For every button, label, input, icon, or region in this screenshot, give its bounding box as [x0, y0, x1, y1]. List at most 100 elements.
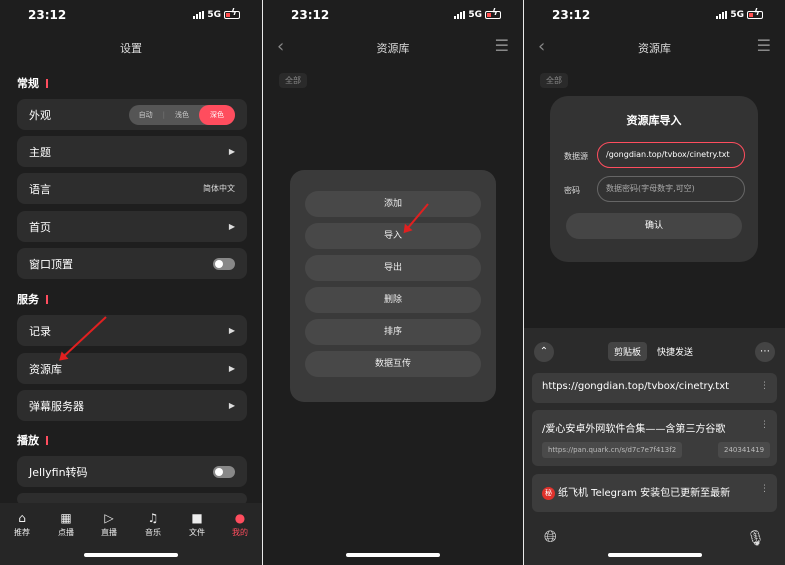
- page-title: 资源库: [638, 42, 671, 55]
- tab-label: 我的: [232, 528, 248, 537]
- signal-icon: [454, 11, 466, 19]
- pin-window-toggle[interactable]: [213, 257, 235, 270]
- row-label: 窗口顶置: [29, 257, 73, 271]
- tab-label: 直播: [101, 528, 117, 537]
- chevron-right-icon: ▶: [228, 364, 235, 373]
- status-bar: 23:12 5G: [524, 0, 785, 30]
- row-jellyfin: Jellyfin转码: [17, 456, 247, 487]
- keyboard-panel: ⌃ 剪贴板 快捷发送 ⋯ https://gongdian.top/tvbox/…: [524, 328, 785, 565]
- section-service: 服务: [17, 291, 48, 307]
- clip-item[interactable]: 秘纸飞机 Telegram 安装包已更新至最新 ⋮: [532, 474, 777, 512]
- network-label: 5G: [207, 10, 221, 20]
- menu-sort-button[interactable]: 排序: [305, 319, 481, 345]
- import-dialog: 资源库导入 数据源 /gongdian.top/tvbox/cinetry.tx…: [550, 96, 758, 262]
- clip-item[interactable]: /爱心安卓外网软件合集——含第三方谷歌 ⋮ https://pan.quark.…: [532, 410, 777, 466]
- clip-item[interactable]: https://gongdian.top/tvbox/cinetry.txt ⋮: [532, 373, 777, 403]
- row-label: 首页: [29, 220, 51, 234]
- section-marker: [46, 79, 48, 88]
- row-records[interactable]: 记录 ▶: [17, 315, 247, 346]
- clip-more-icon[interactable]: ⋮: [760, 381, 769, 391]
- signal-icon: [193, 11, 205, 19]
- signal-icon: [716, 11, 728, 19]
- tab-recommend[interactable]: ⌂ 推荐: [5, 511, 39, 538]
- tab-files[interactable]: ■ 文件: [180, 511, 214, 538]
- user-icon: ●: [234, 511, 246, 525]
- tab-music[interactable]: ♫ 音乐: [136, 511, 170, 538]
- home-icon: ⌂: [18, 511, 26, 525]
- secret-badge: 秘: [542, 487, 555, 500]
- segment-light[interactable]: 浅色: [165, 110, 199, 120]
- menu-add-button[interactable]: 添加: [305, 191, 481, 217]
- tab-mine[interactable]: ● 我的: [223, 511, 257, 538]
- tab-label: 音乐: [145, 528, 161, 537]
- row-pin-window: 窗口顶置: [17, 248, 247, 279]
- clip-chip: https://pan.quark.cn/s/d7c7e7f413f2: [542, 442, 683, 458]
- jellyfin-toggle[interactable]: [213, 465, 235, 478]
- menu-icon[interactable]: ☰: [757, 36, 771, 55]
- tab-label: 推荐: [14, 528, 30, 537]
- source-label: 数据源: [564, 152, 588, 161]
- status-time: 23:12: [291, 8, 330, 22]
- chevron-right-icon: ▶: [228, 147, 235, 156]
- status-icons: 5G: [193, 8, 240, 20]
- menu-transfer-button[interactable]: 数据互传: [305, 351, 481, 377]
- status-icons: 5G: [454, 8, 501, 20]
- row-label: 资源库: [29, 362, 62, 376]
- status-icons: 5G: [716, 8, 763, 20]
- clip-chip: 240341419: [718, 442, 771, 458]
- screenshot-collage: 23:12 5G 设置 常规 外观 自动 | 浅色 深色 主题 ▶ 语言 简体中…: [0, 0, 785, 565]
- row-label: 弹幕服务器: [29, 399, 84, 413]
- row-label: 语言: [29, 182, 51, 196]
- more-icon[interactable]: ⋯: [755, 342, 775, 362]
- menu-delete-button[interactable]: 删除: [305, 287, 481, 313]
- page-title: 资源库: [376, 42, 410, 55]
- library-menu-screen: 23:12 5G ‹ 资源库 ☰ 全部 添加 导入 导出 删除 排序 数据互传: [263, 0, 523, 565]
- collapse-icon[interactable]: ⌃: [534, 342, 554, 362]
- page-title: 设置: [120, 42, 142, 55]
- globe-icon[interactable]: 🌐︎: [544, 527, 557, 547]
- section-label: 常规: [17, 77, 39, 90]
- row-homepage[interactable]: 首页 ▶: [17, 211, 247, 242]
- filter-chip-all[interactable]: 全部: [279, 73, 307, 88]
- password-input[interactable]: 数据密码(字母数字,可空): [597, 176, 745, 202]
- tab-live[interactable]: ▷ 直播: [92, 511, 126, 538]
- section-play: 播放: [17, 432, 48, 448]
- clip-more-icon[interactable]: ⋮: [760, 484, 769, 494]
- section-label: 服务: [17, 293, 39, 306]
- row-language[interactable]: 语言 简体中文: [17, 173, 247, 204]
- segment-auto[interactable]: 自动: [129, 110, 163, 120]
- keyboard-tabs: 剪贴板 快捷发送: [608, 342, 699, 361]
- tab-quick-send[interactable]: 快捷发送: [651, 342, 699, 361]
- tab-vod[interactable]: ▦ 点播: [49, 511, 83, 538]
- filter-chip-all[interactable]: 全部: [540, 73, 568, 88]
- menu-icon[interactable]: ☰: [495, 36, 509, 55]
- row-label: 主题: [29, 145, 51, 159]
- row-theme[interactable]: 主题 ▶: [17, 136, 247, 167]
- clip-text: /爱心安卓外网软件合集——含第三方谷歌: [542, 424, 726, 435]
- menu-export-button[interactable]: 导出: [305, 255, 481, 281]
- music-icon: ♫: [147, 511, 159, 525]
- menu-import-button[interactable]: 导入: [305, 223, 481, 249]
- library-action-menu: 添加 导入 导出 删除 排序 数据互传: [290, 170, 496, 402]
- confirm-button[interactable]: 确认: [566, 213, 742, 239]
- section-general: 常规: [17, 75, 48, 91]
- row-label: 记录: [29, 324, 51, 338]
- row-resource-library[interactable]: 资源库 ▶: [17, 353, 247, 384]
- status-bar: 23:12 5G: [0, 0, 262, 30]
- folder-icon: ■: [191, 511, 203, 525]
- row-label: 外观: [29, 108, 51, 122]
- battery-icon: [485, 8, 501, 19]
- appearance-segmented: 自动 | 浅色 深色: [128, 104, 235, 125]
- microphone-icon[interactable]: 🎙︎: [746, 529, 765, 547]
- segment-dark[interactable]: 深色: [199, 104, 235, 125]
- import-dialog-screen: 23:12 5G ‹ 资源库 ☰ 全部 资源库导入 数据源 /gongdian.…: [524, 0, 785, 565]
- tab-bar: ⌂ 推荐 ▦ 点播 ▷ 直播 ♫ 音乐 ■ 文件 ● 我的: [0, 503, 262, 565]
- tab-label: 文件: [189, 528, 205, 537]
- row-danmaku-server[interactable]: 弹幕服务器 ▶: [17, 390, 247, 421]
- tab-clipboard[interactable]: 剪贴板: [608, 342, 648, 361]
- clip-text-content: 纸飞机 Telegram 安装包已更新至最新: [558, 488, 731, 499]
- source-input[interactable]: /gongdian.top/tvbox/cinetry.txt: [597, 142, 745, 168]
- status-bar: 23:12 5G: [263, 0, 523, 30]
- clip-more-icon[interactable]: ⋮: [760, 420, 769, 430]
- clapper-icon: ▦: [60, 511, 72, 525]
